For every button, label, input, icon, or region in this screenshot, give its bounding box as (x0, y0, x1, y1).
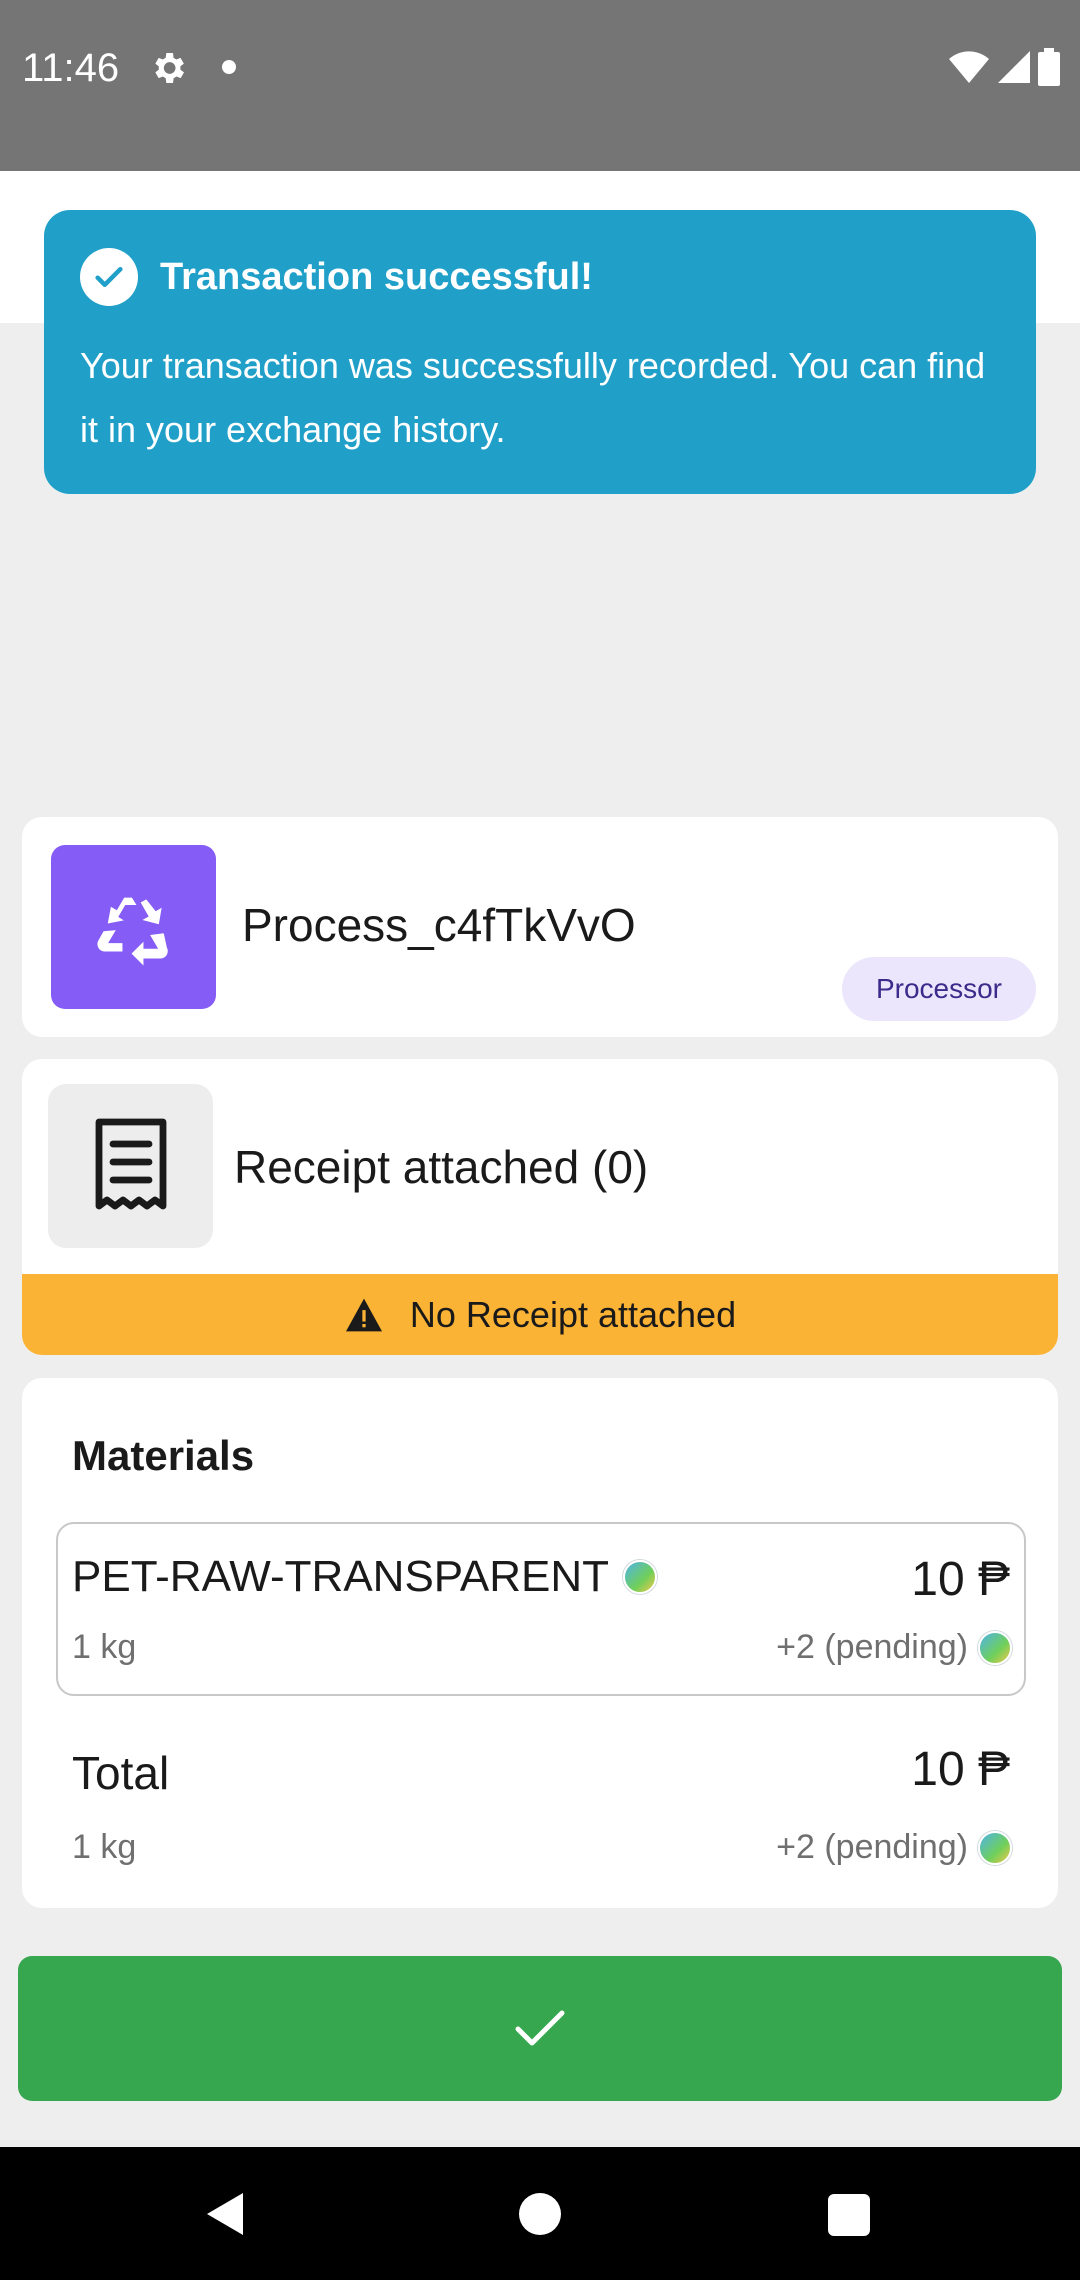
material-pending: +2 (pending) (776, 1628, 968, 1666)
system-nav-bar (0, 2147, 1080, 2280)
recents-icon[interactable] (828, 2194, 870, 2236)
eco-token-icon (623, 1560, 658, 1594)
checkmark-icon (515, 2010, 565, 2045)
status-icons (948, 48, 1060, 86)
receipt-title: Receipt attached (0) (234, 1141, 649, 1193)
notification-dot-icon (222, 60, 236, 74)
receipt-warning-text: No Receipt attached (409, 1293, 737, 1335)
receipt-card[interactable]: Receipt attached (0) No Receipt attached (22, 1059, 1058, 1355)
total-pending: +2 (pending) (776, 1828, 968, 1866)
material-name: PET-RAW-TRANSPARENT (72, 1552, 610, 1601)
recycle-icon (51, 845, 216, 1009)
material-row[interactable]: PET-RAW-TRANSPARENT 10 ₱ 1 kg +2 (pendin… (56, 1522, 1026, 1696)
cell-signal-icon (998, 51, 1030, 83)
receipt-icon (48, 1084, 213, 1248)
battery-icon (1038, 48, 1060, 86)
status-time: 11:46 (22, 46, 120, 90)
eco-token-icon (978, 1630, 1012, 1665)
total-quantity: 1 kg (72, 1828, 137, 1866)
material-price: 10 ₱ (911, 1553, 1010, 1606)
process-card[interactable]: Process_c4fTkVvO Processor (22, 817, 1058, 1037)
back-icon[interactable] (205, 2191, 245, 2237)
warning-triangle-icon (345, 1298, 382, 1331)
eco-token-icon (978, 1830, 1012, 1865)
total-label: Total (72, 1747, 170, 1799)
confirm-button[interactable] (18, 1956, 1062, 2101)
materials-heading: Materials (72, 1432, 255, 1479)
check-circle-icon (80, 248, 138, 306)
wifi-icon (949, 51, 989, 83)
material-quantity: 1 kg (72, 1628, 137, 1666)
settings-gear-icon (155, 53, 184, 83)
process-name: Process_c4fTkVvO (242, 899, 636, 951)
receipt-warning-banner: No Receipt attached (22, 1274, 1058, 1355)
success-toast[interactable]: Transaction successful! Your transaction… (44, 210, 1036, 494)
materials-card: Materials PET-RAW-TRANSPARENT 10 ₱ 1 kg … (22, 1378, 1058, 1908)
toast-message: Your transaction was successfully record… (80, 345, 986, 450)
status-bar: 11:46 (0, 0, 1080, 171)
toast-title: Transaction successful! (160, 255, 593, 298)
total-price: 10 ₱ (911, 1743, 1010, 1796)
role-badge: Processor (841, 957, 1036, 1021)
home-icon[interactable] (519, 2193, 561, 2235)
